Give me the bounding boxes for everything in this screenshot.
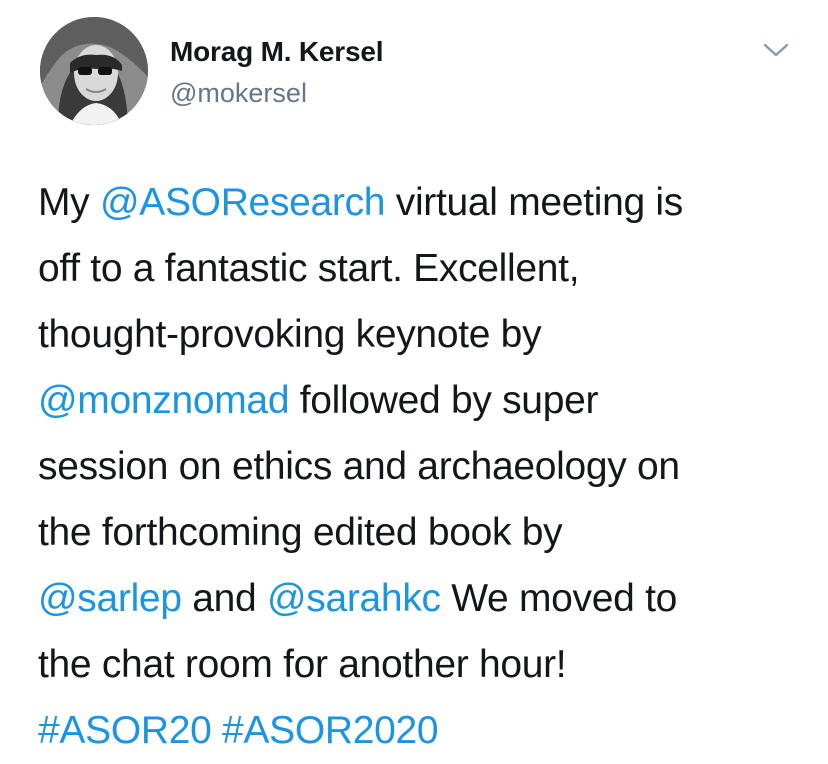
tweet-text-segment: virtual meeting is (385, 181, 684, 224)
tweet-text-line: off to a fantastic start. Excellent, (38, 236, 808, 302)
avatar[interactable] (40, 17, 148, 125)
tweet-text-segment (212, 709, 223, 752)
hashtag-link[interactable]: #ASOR2020 (222, 709, 439, 752)
tweet-card: Morag M. Kersel @mokersel My @ASOResearc… (0, 0, 828, 763)
tweet-text-segment: We moved to (440, 577, 678, 620)
chevron-down-icon[interactable] (762, 40, 790, 60)
tweet-text-segment: followed by super (289, 379, 599, 422)
mention-link[interactable]: @ASOResearch (100, 181, 386, 224)
tweet-text-segment: the forthcoming edited book by (38, 511, 563, 554)
tweet-text-segment: and (181, 577, 267, 620)
hashtag-link[interactable]: #ASOR20 (38, 709, 212, 752)
tweet-text-line: thought-provoking keynote by (38, 302, 808, 368)
tweet-text-line: session on ethics and archaeology on (38, 434, 808, 500)
tweet-text-segment: session on ethics and archaeology on (38, 445, 680, 488)
tweet-text-segment: thought-provoking keynote by (38, 313, 542, 356)
tweet-text-line: the chat room for another hour! (38, 632, 808, 698)
tweet-text-line: My @ASOResearch virtual meeting is (38, 170, 808, 236)
mention-link[interactable]: @monznomad (38, 379, 290, 422)
tweet-text-line: @monznomad followed by super (38, 368, 808, 434)
avatar-photo (40, 17, 148, 125)
author-display-name[interactable]: Morag M. Kersel (170, 36, 383, 68)
tweet-text-segment: My (38, 181, 100, 224)
tweet-text-line: the forthcoming edited book by (38, 500, 808, 566)
mention-link[interactable]: @sarlep (38, 577, 182, 620)
tweet-text-segment: the chat room for another hour! (38, 643, 567, 686)
tweet-text-line: #ASOR20 #ASOR2020 (38, 698, 808, 764)
tweet-text-line: @sarlep and @sarahkc We moved to (38, 566, 808, 632)
author-handle[interactable]: @mokersel (170, 78, 307, 109)
tweet-text: My @ASOResearch virtual meeting is off to… (38, 170, 808, 764)
mention-link[interactable]: @sarahkc (267, 577, 441, 620)
tweet-text-segment: off to a fantastic start. Excellent, (38, 247, 580, 290)
